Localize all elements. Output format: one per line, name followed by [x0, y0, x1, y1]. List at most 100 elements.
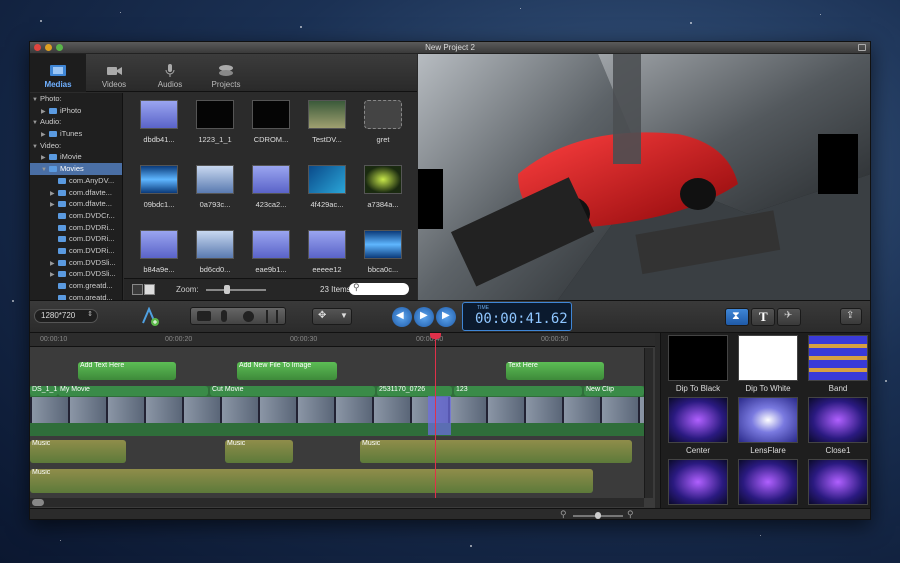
media-thumbnail [308, 230, 346, 259]
media-item[interactable]: 4f429ac... [304, 158, 350, 209]
tree-item[interactable]: com.DVDRi... [30, 233, 122, 245]
zoom-out-icon[interactable]: ⚲ [560, 509, 567, 519]
tree-item[interactable]: com.DVDRi... [30, 245, 122, 257]
ruler-tick: 00:00:50 [541, 336, 569, 343]
horizontal-scrollbar[interactable] [30, 498, 644, 507]
share-button[interactable]: ⇪ [840, 308, 862, 325]
tree-item-label: iPhoto [60, 105, 82, 115]
tree-item[interactable]: ▶ com.DVDSli... [30, 257, 122, 269]
media-thumbnail [364, 230, 402, 259]
video-clip[interactable]: My Movie [58, 386, 208, 396]
transition-item[interactable]: Close1 [807, 397, 869, 455]
text-clip[interactable]: Add New File To Image [237, 362, 337, 380]
tree-item[interactable]: ▼ Audio: [30, 116, 122, 128]
zoom-slider[interactable] [206, 289, 266, 291]
video-clip[interactable]: DS_1_1 [30, 386, 58, 396]
playhead[interactable] [435, 333, 436, 498]
text-tab-button[interactable]: T [751, 308, 775, 326]
transition-item[interactable] [737, 459, 799, 508]
play-button[interactable]: ▶ [414, 307, 434, 327]
grid-view-button[interactable] [132, 284, 143, 295]
resolution-select[interactable]: 1280*720 ⇕ [34, 309, 98, 323]
media-item[interactable]: b84a9e... [136, 223, 182, 274]
folder-icon [58, 212, 66, 219]
fullscreen-icon[interactable] [858, 44, 866, 51]
transition-item[interactable]: Band [807, 335, 869, 393]
tree-item[interactable]: ▶ iMovie [30, 151, 122, 163]
transition-item[interactable] [807, 459, 869, 508]
tree-item[interactable]: ▶ iPhoto [30, 105, 122, 117]
tree-item[interactable]: com.AnyDV... [30, 175, 122, 187]
tree-item[interactable]: com.greatd... [30, 280, 122, 292]
video-preview[interactable] [418, 54, 870, 300]
transitions-tab-button[interactable]: ⧗ [725, 308, 749, 326]
media-item[interactable]: a7384a... [360, 158, 406, 209]
music-clip[interactable]: Music [30, 469, 593, 493]
zoom-in-icon[interactable]: ⚲ [627, 509, 634, 519]
media-thumbnail [308, 165, 346, 194]
split-icon[interactable] [266, 310, 278, 323]
transition-item[interactable]: Dip To White [737, 335, 799, 393]
media-item[interactable]: CDROM... [248, 93, 294, 144]
microphone-record-icon[interactable] [221, 310, 227, 322]
scroll-thumb[interactable] [32, 499, 44, 506]
transition-item[interactable] [667, 459, 729, 508]
tree-item[interactable]: ▶ iTunes [30, 128, 122, 140]
tree-item[interactable]: com.DVDRi... [30, 222, 122, 234]
music-clip[interactable]: Music [360, 440, 632, 463]
media-item[interactable]: TestDV... [304, 93, 350, 144]
media-item[interactable]: gret [360, 93, 406, 144]
media-item[interactable]: dbdb41... [136, 93, 182, 144]
tree-item[interactable]: com.DVDCr... [30, 210, 122, 222]
timeline-vertical-scrollbar[interactable] [644, 348, 653, 498]
video-clip[interactable]: 123 [454, 386, 582, 396]
tree-item[interactable]: ▶ com.dfavte... [30, 187, 122, 199]
music-clip[interactable]: Music [30, 440, 126, 463]
media-item[interactable]: eeeee12 [304, 223, 350, 274]
tree-item[interactable]: ▶ com.dfavte... [30, 198, 122, 210]
list-view-button[interactable] [144, 284, 155, 295]
camera-icon[interactable] [197, 311, 211, 321]
transition-item[interactable]: Dip To Black [667, 335, 729, 393]
add-text-button[interactable] [140, 306, 160, 327]
forward-button[interactable]: ▶ [436, 307, 456, 327]
timeline-zoom-knob[interactable] [595, 512, 601, 519]
tab-videos[interactable]: Videos [86, 54, 142, 92]
video-clip[interactable]: 2531170_0726 [377, 386, 452, 396]
tree-item-label: com.DVDSli... [69, 269, 116, 279]
tree-item-label: com.DVDRi... [69, 234, 115, 244]
tree-item[interactable]: ▶ com.DVDSli... [30, 268, 122, 280]
disc-icon[interactable] [243, 311, 254, 322]
tab-audios[interactable]: Audios [142, 54, 198, 92]
text-clip[interactable]: Text Here [506, 362, 604, 380]
video-clip[interactable]: New Clip [584, 386, 644, 396]
zoom-slider-knob[interactable] [224, 285, 230, 294]
effects-tab-button[interactable]: ✈ [777, 308, 801, 326]
rewind-button[interactable]: ◀ [392, 307, 412, 327]
media-label: 0a793c... [199, 200, 231, 209]
media-item[interactable]: bbca0c... [360, 223, 406, 274]
time-ruler[interactable]: 00:00:10 00:00:20 00:00:30 00:00:40 00:0… [30, 333, 655, 347]
media-item[interactable]: 0a793c... [192, 158, 238, 209]
move-tool-button[interactable]: ✥ ▼ [312, 308, 352, 325]
tree-item[interactable]: ▼ Video: [30, 140, 122, 152]
transition-item[interactable]: LensFlare [737, 397, 799, 455]
tab-medias[interactable]: Medias [30, 54, 86, 92]
tree-item[interactable]: ▼ Movies [30, 163, 122, 175]
media-item[interactable]: bd6cd0... [192, 223, 238, 274]
tree-item[interactable]: ▼ Photo: [30, 93, 122, 105]
search-input[interactable]: ⚲ [349, 282, 409, 295]
tab-projects[interactable]: Projects [198, 54, 254, 92]
video-clip[interactable]: Cut Movie [210, 386, 375, 396]
music-clip[interactable]: Music [225, 440, 293, 463]
media-item[interactable]: 09bdc1... [136, 158, 182, 209]
tree-item[interactable]: com.greatd... [30, 292, 122, 300]
media-item[interactable]: eae9b1... [248, 223, 294, 274]
transition-item[interactable]: Center [667, 397, 729, 455]
selected-transition-marker[interactable] [428, 396, 451, 435]
playhead-handle[interactable] [430, 333, 441, 339]
text-clip[interactable]: Add Text Here [78, 362, 176, 380]
media-thumbnail [252, 165, 290, 194]
media-item[interactable]: 1223_1_1 [192, 93, 238, 144]
media-item[interactable]: 423ca2... [248, 158, 294, 209]
